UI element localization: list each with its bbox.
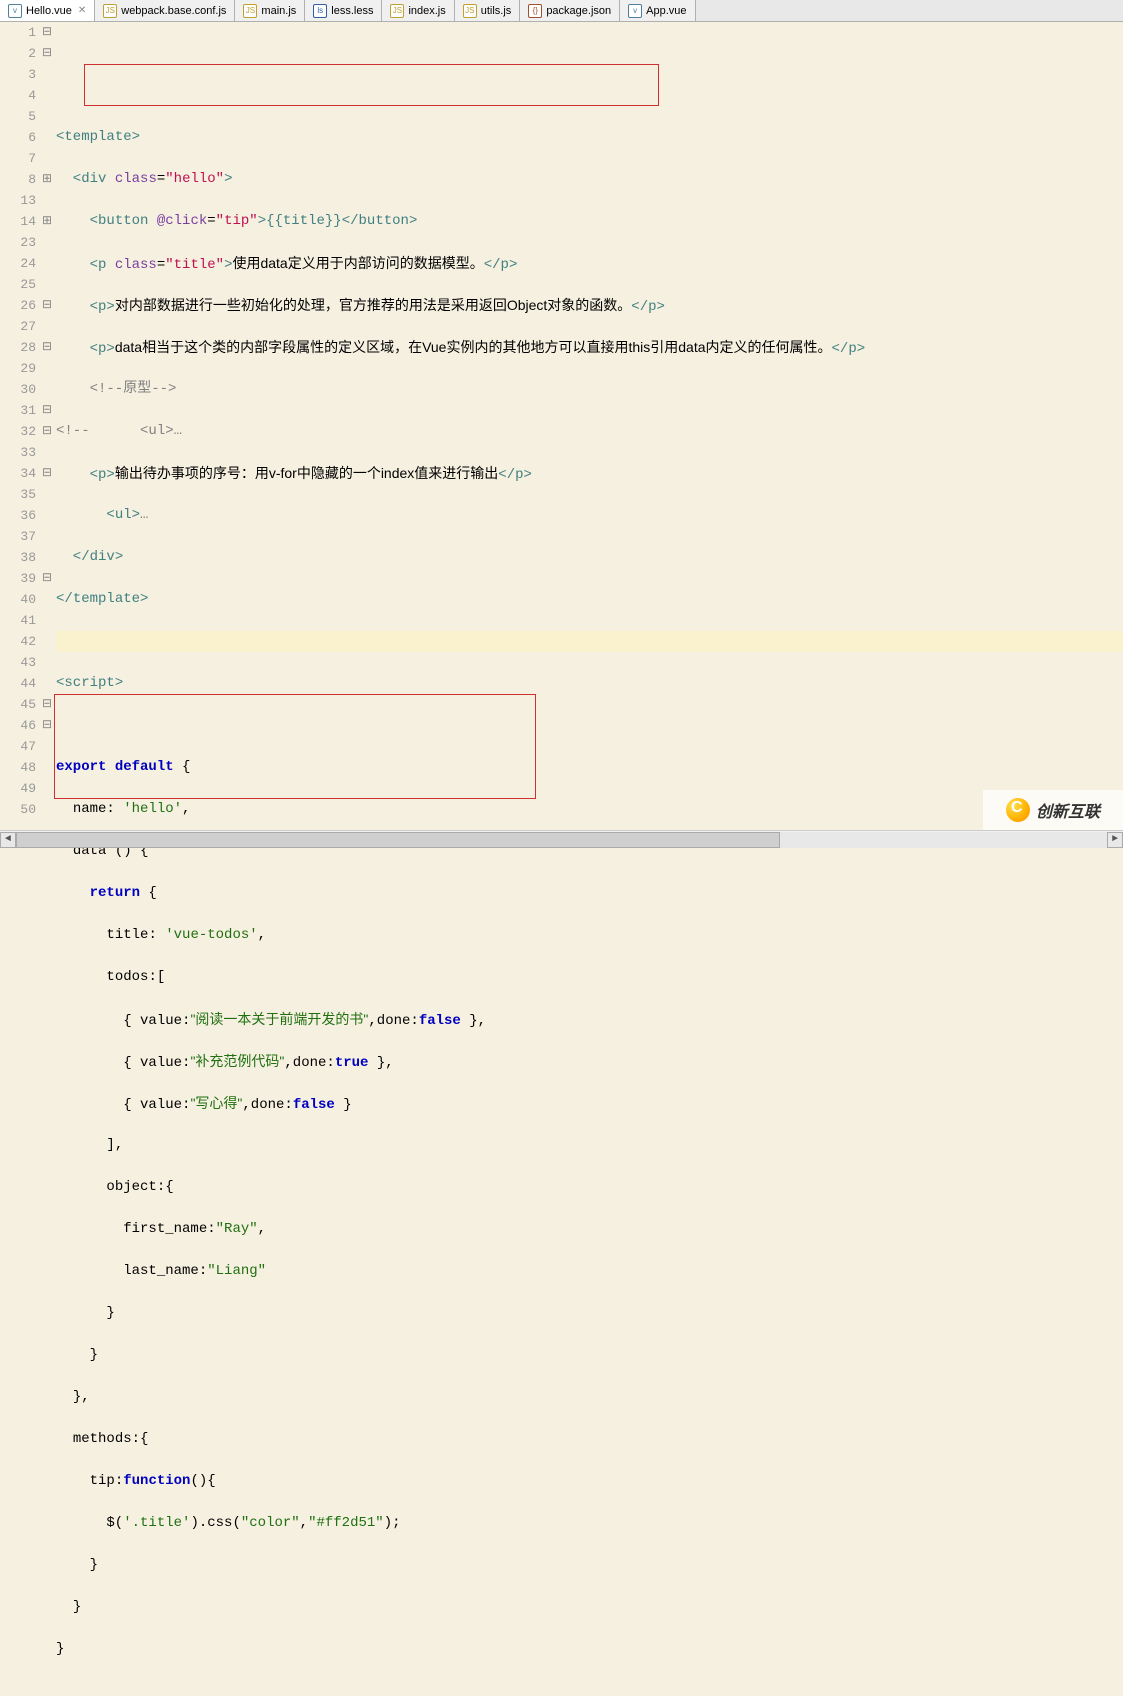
- tab-label: index.js: [408, 5, 445, 17]
- vue-icon: v: [628, 4, 642, 18]
- fold-gutter[interactable]: ⊟⊟⊞⊞⊟⊟⊟⊟⊟⊟⊟⊟: [40, 22, 54, 830]
- tab-label: package.json: [546, 5, 611, 17]
- highlight-box-2: [54, 694, 536, 799]
- tab-less[interactable]: ls less.less: [305, 0, 382, 21]
- less-icon: ls: [313, 4, 327, 18]
- tab-label: less.less: [331, 5, 373, 17]
- tab-label: main.js: [261, 5, 296, 17]
- tab-label: Hello.vue: [26, 5, 72, 17]
- tab-index-js[interactable]: JS index.js: [382, 0, 454, 21]
- line-number-gutter: 1234567813142324252627282930313233343536…: [0, 22, 40, 830]
- code-area[interactable]: <template> <div class="hello"> <button @…: [54, 22, 1123, 830]
- highlight-box-1: [84, 64, 659, 106]
- tab-label: webpack.base.conf.js: [121, 5, 226, 17]
- tab-bar: v Hello.vue ✕ JS webpack.base.conf.js JS…: [0, 0, 1123, 22]
- horizontal-scrollbar[interactable]: ◄ ►: [0, 830, 1123, 848]
- json-icon: {}: [528, 4, 542, 18]
- watermark-icon: [1006, 798, 1030, 822]
- scroll-right-arrow-icon[interactable]: ►: [1107, 832, 1123, 848]
- tab-label: utils.js: [481, 5, 512, 17]
- tab-webpack-conf[interactable]: JS webpack.base.conf.js: [95, 0, 235, 21]
- tab-label: App.vue: [646, 5, 686, 17]
- scroll-track[interactable]: [16, 832, 1107, 848]
- js-icon: JS: [103, 4, 117, 18]
- scroll-thumb[interactable]: [16, 832, 780, 848]
- tab-package-json[interactable]: {} package.json: [520, 0, 620, 21]
- js-icon: JS: [243, 4, 257, 18]
- tab-main-js[interactable]: JS main.js: [235, 0, 305, 21]
- js-icon: JS: [463, 4, 477, 18]
- code-editor[interactable]: 1234567813142324252627282930313233343536…: [0, 22, 1123, 830]
- watermark: 创新互联: [983, 790, 1123, 830]
- watermark-text: 创新互联: [1036, 798, 1100, 822]
- tab-hello-vue[interactable]: v Hello.vue ✕: [0, 0, 95, 21]
- vue-icon: v: [8, 4, 22, 18]
- tab-app-vue[interactable]: v App.vue: [620, 0, 695, 21]
- js-icon: JS: [390, 4, 404, 18]
- tab-utils-js[interactable]: JS utils.js: [455, 0, 521, 21]
- close-icon[interactable]: ✕: [78, 5, 86, 16]
- scroll-left-arrow-icon[interactable]: ◄: [0, 832, 16, 848]
